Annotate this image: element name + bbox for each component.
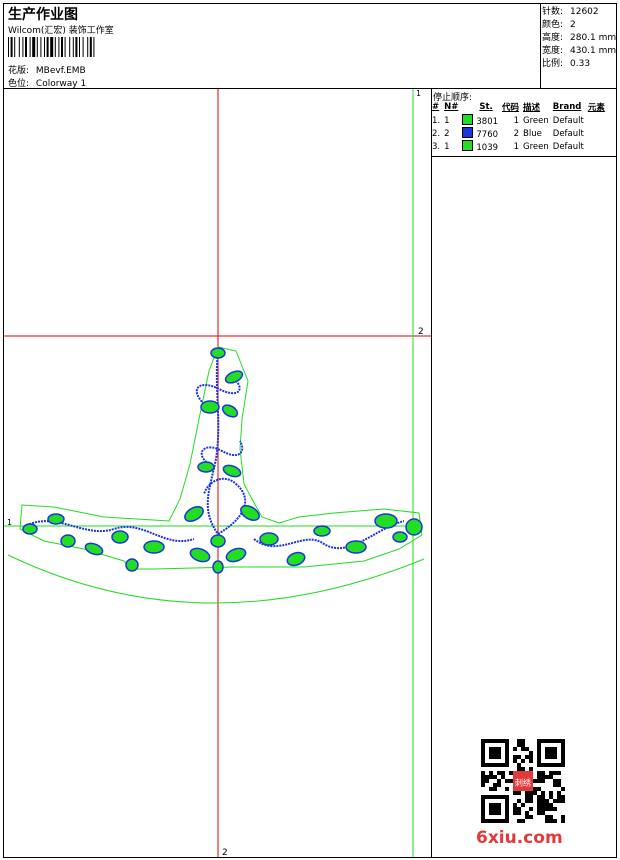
stat-stitches: 针数: 12602 [542, 7, 599, 17]
color-swatch [462, 140, 474, 151]
barcode [8, 37, 95, 57]
guide-marker-top: 1 [416, 89, 421, 98]
guide-marker-right: 2 [418, 327, 424, 337]
qr-stamp-text: 刺绣 [515, 777, 531, 787]
design-value: MBevf.EMB [35, 66, 86, 76]
guide-marker-left: 1 [7, 518, 12, 527]
stop-sequence-table: # N# St. 代码 描述 Brand 元素 1. 1 3801 1 Gree… [431, 101, 608, 153]
stat-scale: 比例: 0.33 [542, 59, 591, 69]
col-index: # [432, 102, 440, 112]
table-row: 3. 1 1039 1 Green Default [432, 140, 584, 153]
col-description: 描述 [523, 103, 541, 113]
col-brand: Brand [552, 102, 582, 112]
stat-colors: 颜色: 2 [542, 20, 576, 30]
stitch-leaves [22, 347, 423, 574]
sequence-divider [431, 156, 617, 157]
colorway-value: Colorway 1 [35, 79, 87, 89]
colorway: 色位: Colorway 1 [8, 76, 86, 89]
stat-width: 宽度: 430.1 mm [542, 46, 617, 56]
design-divider [431, 88, 432, 858]
color-swatch [462, 127, 474, 138]
colorway-label: 色位: [8, 79, 30, 89]
col-stitches: St. [479, 102, 493, 112]
guide-marker-bottom: 2 [222, 848, 228, 857]
design-label: 花版: [8, 66, 30, 76]
table-row: 1. 1 3801 1 Green Default [432, 114, 584, 127]
embroidery-design-canvas: 1 2 1 2 [4, 89, 431, 857]
col-element: 元素 [587, 103, 605, 113]
stats-panel: 针数: 12602 颜色: 2 高度: 280.1 mm 宽度: 430.1 mm 比例… [542, 6, 616, 71]
site-watermark: 6xiu.com [476, 828, 563, 848]
software-subtitle: Wilcom(汇宏) 装饰工作室 [8, 26, 114, 36]
table-header-row: # N# St. 代码 描述 Brand 元素 [431, 101, 608, 114]
design-name: 花版: MBevf.EMB [8, 63, 86, 76]
col-needle: N# [444, 102, 459, 112]
color-swatch [462, 114, 474, 125]
stitch-motifs [23, 350, 405, 550]
col-code: 代码 [502, 103, 520, 113]
stats-divider [540, 3, 541, 88]
page-title: 生产作业图 [8, 7, 78, 23]
table-row: 2. 2 7760 2 Blue Default [432, 127, 584, 140]
stat-height: 高度: 280.1 mm [542, 33, 617, 43]
qr-code: 刺绣 [481, 739, 565, 823]
